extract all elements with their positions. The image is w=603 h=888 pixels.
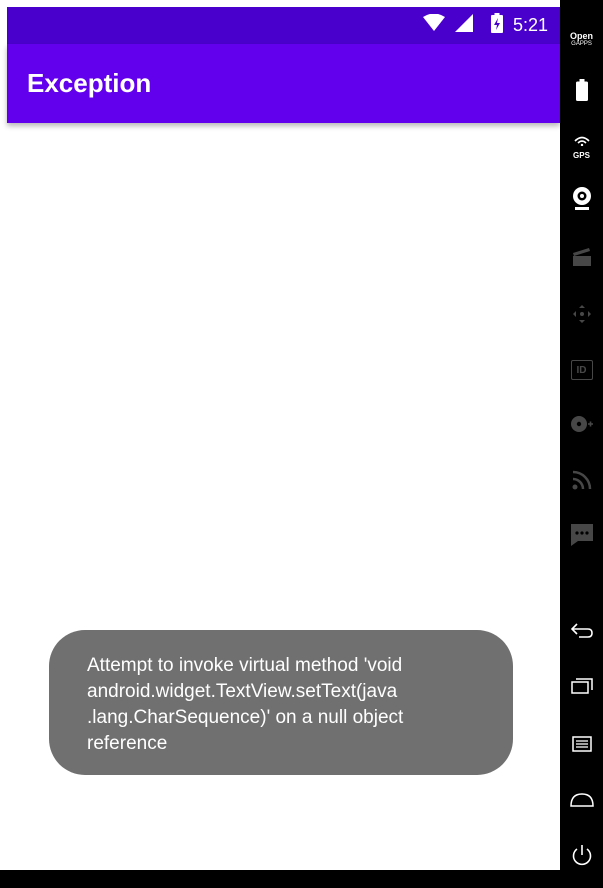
wifi-icon: [422, 13, 445, 37]
bottom-bezel: [0, 870, 603, 888]
battery-icon: [575, 78, 588, 106]
open-gapps-sublabel: GAPPS: [571, 41, 592, 47]
battery-tool-button[interactable]: [560, 78, 603, 106]
app-bar: Exception: [7, 44, 560, 123]
power-button[interactable]: [560, 842, 603, 872]
chat-bubble-icon: [570, 523, 594, 552]
menu-button[interactable]: [560, 732, 603, 760]
back-arrow-icon: [570, 622, 593, 643]
status-icons: 5:21: [422, 7, 548, 44]
id-label: ID: [576, 364, 587, 376]
gps-signal-icon: [573, 133, 590, 151]
cast-tool-button[interactable]: [560, 468, 603, 496]
disk-tool-button[interactable]: [560, 412, 603, 440]
home-button[interactable]: [560, 788, 603, 816]
menu-icon: [571, 735, 592, 757]
back-button[interactable]: [560, 618, 603, 646]
clapperboard-icon: [572, 247, 592, 271]
toast-line: Attempt to invoke virtual method 'void: [87, 655, 403, 676]
camera-tool-button[interactable]: [560, 186, 603, 216]
dpad-icon: [572, 304, 592, 329]
gps-label: GPS: [573, 150, 590, 160]
id-card-icon: ID: [570, 360, 593, 380]
screen-edge: [0, 0, 7, 870]
recent-apps-button[interactable]: [560, 674, 603, 702]
gps-tool-button[interactable]: GPS: [560, 132, 603, 160]
device-screen: 5:21 Exception Attempt to invoke virtual…: [0, 0, 560, 870]
open-gapps-button[interactable]: Open GAPPS: [560, 26, 603, 54]
open-gapps-label: Open: [569, 31, 593, 41]
device-id-tool-button[interactable]: ID: [560, 356, 603, 384]
screencast-tool-button[interactable]: [560, 245, 603, 273]
app-title: Exception: [27, 68, 152, 98]
home-icon: [569, 792, 594, 812]
toast-line: reference: [87, 733, 168, 754]
toast-line: .lang.CharSequence)' on a null object: [87, 707, 404, 728]
webcam-icon: [572, 186, 592, 216]
power-icon: [571, 844, 593, 871]
emulator-side-toolbar: Open GAPPS GPS ID: [560, 0, 603, 888]
disk-icon: [570, 415, 593, 438]
signal-icon: [454, 14, 473, 37]
rss-cast-icon: [572, 470, 592, 495]
battery-charging-icon: [490, 13, 503, 38]
toast-line: android.widget.TextView.setText(java: [87, 681, 398, 702]
message-tool-button[interactable]: [560, 522, 603, 552]
status-time: 5:21: [512, 15, 548, 35]
dpad-tool-button[interactable]: [560, 302, 603, 330]
toast-message: Attempt to invoke virtual method 'void a…: [49, 630, 513, 775]
status-bar: 5:21: [7, 7, 560, 44]
recent-apps-icon: [570, 677, 593, 699]
